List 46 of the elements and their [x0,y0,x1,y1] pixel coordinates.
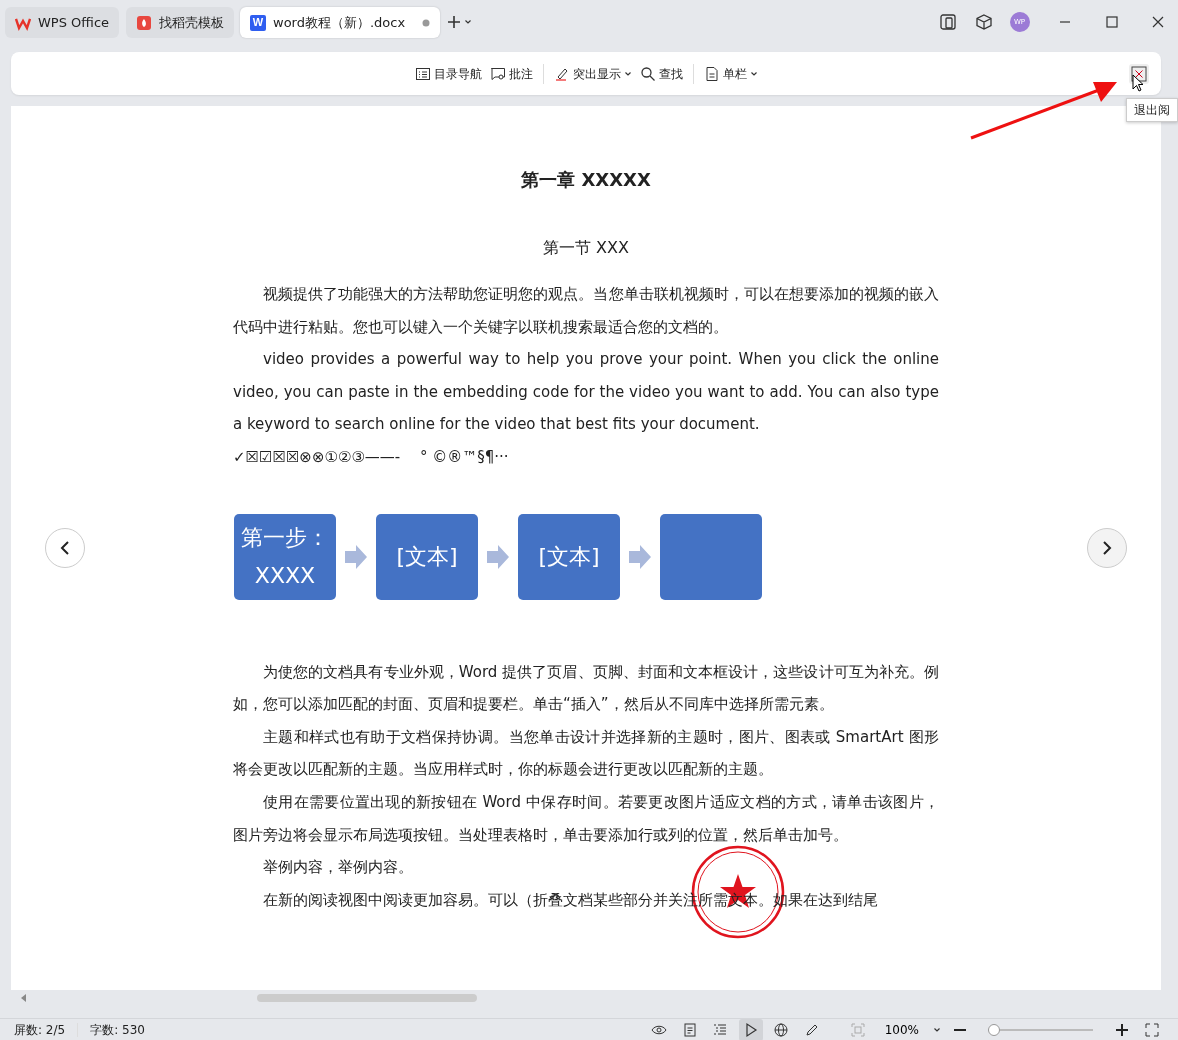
scrollbar-thumb[interactable] [257,994,477,1002]
caret-icon [464,18,473,26]
paragraph: 为使您的文档具有专业外观，Word 提供了页眉、页脚、封面和文本框设计，这些设计可互为补充。例如，您可以添加匹配的封面、页眉和提要栏。单击“插入”，然后从不同库中选择所需元素。 [233,661,939,716]
caret-icon [933,1025,941,1034]
chevron-right-icon [1101,540,1113,556]
zoom-slider[interactable] [988,1023,1093,1036]
flow-step: 第一步：XXXX [234,513,336,600]
paragraph: 使用在需要位置出现的新按钮在 Word 中保存时间。若要更改图片适应文档的方式，请单击该图片，图片旁边将会显示布局选项按钮。当处理表格时，单击要添加行或列的位置，然后单击加号。 [233,791,939,846]
tab[interactable]: WPS Office [5,7,120,38]
page-count: 屏数: 2/5 [14,1021,66,1039]
chevron-arrow-icon [629,544,651,569]
zoom-dropdown[interactable]: 100% [884,1018,941,1040]
chevron-left-icon [59,540,71,556]
comment-icon [489,65,506,82]
word-count: 字数: 530 [90,1021,145,1039]
next-page-button[interactable] [1087,528,1127,568]
paragraph: 主题和样式也有助于文档保持协调。当您单击设计并选择新的主题时，图片、图表或 SmartArt 图形将会更改以匹配新的主题。当应用样式时，你的标题会进行更改以匹配新的主题。 [233,726,939,781]
previous-page-button[interactable] [45,528,85,568]
toolbar-button[interactable]: 批注 [485,61,537,86]
paragraph: video provides a powerful way to help you prove your point. When you click the online video, you can paste in the embedding code for the video you want to add. You can also type a keyword to search online for the video that best fits your document. [233,349,939,436]
plus-icon [446,15,461,29]
paragraph: 视频提供了功能强大的方法帮助您证明您的观点。当您单击联机视频时，可以在想要添加的视频的嵌入代码中进行粘贴。您也可以键入一个关键字以联机搜索最适合您的文档的。 [233,284,939,338]
toolbar-button[interactable]: 单栏 [699,61,762,86]
paragraph: 举例内容，举例内容。 [262,857,414,879]
toolbar-button[interactable]: 突出显示 [549,61,636,86]
zoom-slider-thumb[interactable] [988,1023,1000,1036]
flame-logo-icon [135,14,152,31]
paragraph: ✓☒☑☒☒⊗⊗①②③——- ° ©®™§¶··· [233,446,510,468]
document-icon [703,65,720,82]
search-icon [639,65,656,82]
list-icon [414,65,431,82]
cursor-icon [1132,74,1144,92]
document-title: 第一章 XXXXX [520,168,652,192]
scroll-left-icon [21,994,27,1002]
chevron-arrow-icon [345,544,367,569]
flow-step: [文本] [518,513,620,600]
section-heading: 第一节 XXX [542,237,630,259]
tab[interactable]: 找稻壳模板 [125,7,234,38]
play-icon[interactable] [738,1018,763,1040]
tab[interactable]: W word教程（新）.docx [240,7,441,38]
tooltip: 退出阅 [1126,98,1178,122]
toolbar-button[interactable]: 查找 [635,61,687,86]
flow-step: [文本] [376,513,478,600]
chevron-arrow-icon [487,544,509,569]
unsaved-dot-icon [422,18,431,27]
toolbar-button[interactable]: 目录导航 [410,61,486,86]
